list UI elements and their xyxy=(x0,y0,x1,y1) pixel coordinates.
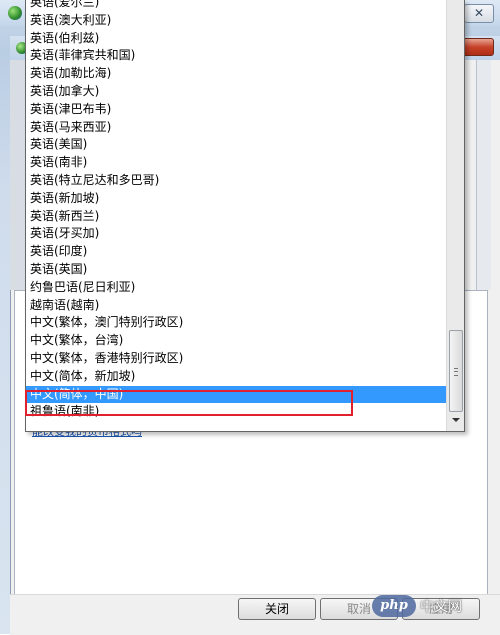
list-item[interactable]: 越南语(越南) xyxy=(26,297,446,315)
watermark-text: 中文网 xyxy=(420,599,462,615)
list-item[interactable]: 英语(津巴布韦) xyxy=(26,101,446,119)
scroll-down-arrow-icon[interactable] xyxy=(452,418,460,422)
grip-icon xyxy=(454,368,458,376)
list-item[interactable]: 英语(伯利兹) xyxy=(26,30,446,48)
list-item[interactable]: 英语(特立尼达和多巴哥) xyxy=(26,172,446,190)
dialog-right-scrollbar[interactable] xyxy=(476,60,491,290)
list-item[interactable]: 中文(繁体，澳门特别行政区) xyxy=(26,314,446,332)
selection-highlight-box xyxy=(25,390,353,416)
scrollbar-thumb[interactable] xyxy=(449,330,463,412)
list-item[interactable]: 英语(南非) xyxy=(26,154,446,172)
list-item[interactable]: 英语(英国) xyxy=(26,261,446,279)
list-item[interactable]: 英语(新加坡) xyxy=(26,190,446,208)
language-dropdown-list[interactable]: 英语(爱尔兰) 英语(澳大利亚) 英语(伯利兹) 英语(菲律宾共和国) 英语(加… xyxy=(25,0,465,432)
background-close-button[interactable]: ✕ xyxy=(464,4,494,23)
dropdown-scrollbar[interactable] xyxy=(446,0,464,431)
dialog-left-strip xyxy=(10,60,26,290)
list-item[interactable]: 中文(简体，新加坡) xyxy=(26,368,446,386)
list-item[interactable]: 英语(牙买加) xyxy=(26,225,446,243)
list-item[interactable]: 英语(澳大利亚) xyxy=(26,12,446,30)
list-item[interactable]: 英语(加拿大) xyxy=(26,83,446,101)
list-item[interactable]: 约鲁巴语(尼日利亚) xyxy=(26,279,446,297)
list-item[interactable]: 英语(菲律宾共和国) xyxy=(26,47,446,65)
globe-icon xyxy=(8,6,22,20)
php-logo: php xyxy=(372,595,416,617)
list-item[interactable]: 英语(马来西亚) xyxy=(26,119,446,137)
list-item[interactable]: 英语(爱尔兰) xyxy=(26,0,446,12)
list-item[interactable]: 英语(印度) xyxy=(26,243,446,261)
dialog-close-button[interactable] xyxy=(462,38,494,56)
watermark: php 中文网 xyxy=(372,593,500,619)
list-item[interactable]: 中文(繁体，台湾) xyxy=(26,332,446,350)
close-button[interactable]: 关闭 xyxy=(238,598,316,620)
language-options: 英语(爱尔兰) 英语(澳大利亚) 英语(伯利兹) 英语(菲律宾共和国) 英语(加… xyxy=(26,0,446,421)
list-item[interactable]: 英语(美国) xyxy=(26,136,446,154)
list-item[interactable]: 中文(繁体，香港特别行政区) xyxy=(26,350,446,368)
list-item[interactable]: 英语(加勒比海) xyxy=(26,65,446,83)
list-item[interactable]: 英语(新西兰) xyxy=(26,208,446,226)
